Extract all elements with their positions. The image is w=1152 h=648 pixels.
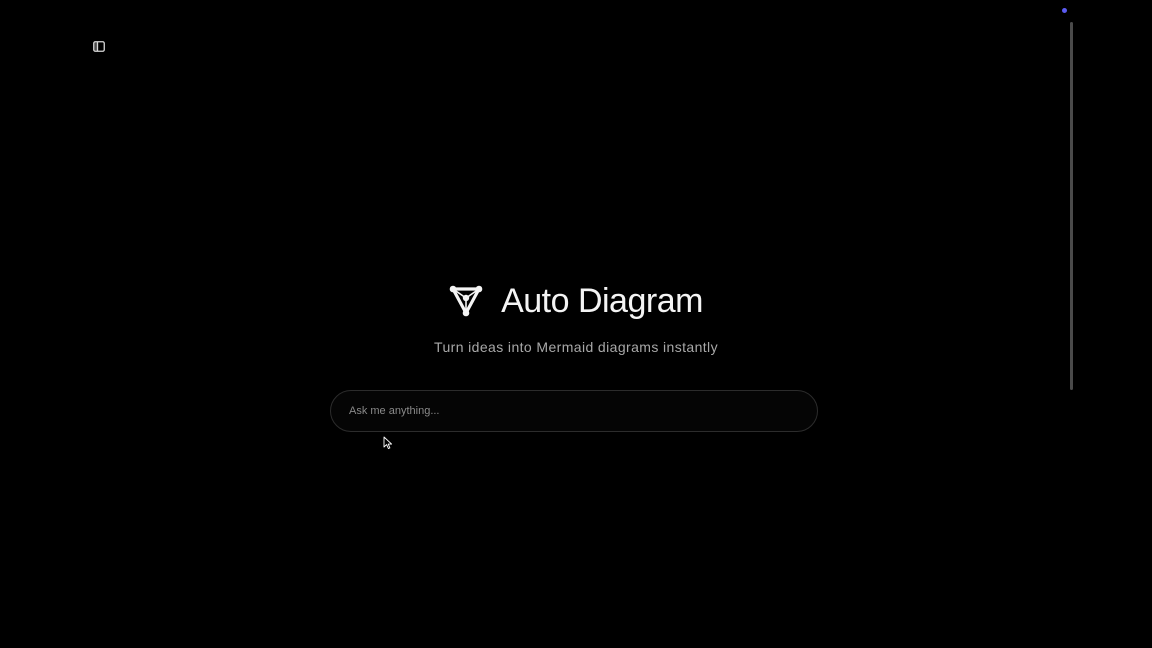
app-root: Auto Diagram Turn ideas into Mermaid dia… xyxy=(0,0,1152,648)
sidebar-toggle-button[interactable] xyxy=(90,37,108,55)
brand: Auto Diagram xyxy=(449,282,703,320)
triangle-nodes-icon xyxy=(449,284,483,318)
sidebar-panel-icon xyxy=(93,40,105,52)
status-indicator-dot xyxy=(1062,8,1067,13)
hero-section: Auto Diagram Turn ideas into Mermaid dia… xyxy=(0,282,1152,355)
prompt-input[interactable] xyxy=(349,405,799,417)
prompt-container xyxy=(330,390,818,432)
mouse-pointer-icon xyxy=(383,436,393,450)
app-title: Auto Diagram xyxy=(501,282,703,320)
tagline: Turn ideas into Mermaid diagrams instant… xyxy=(434,339,718,355)
